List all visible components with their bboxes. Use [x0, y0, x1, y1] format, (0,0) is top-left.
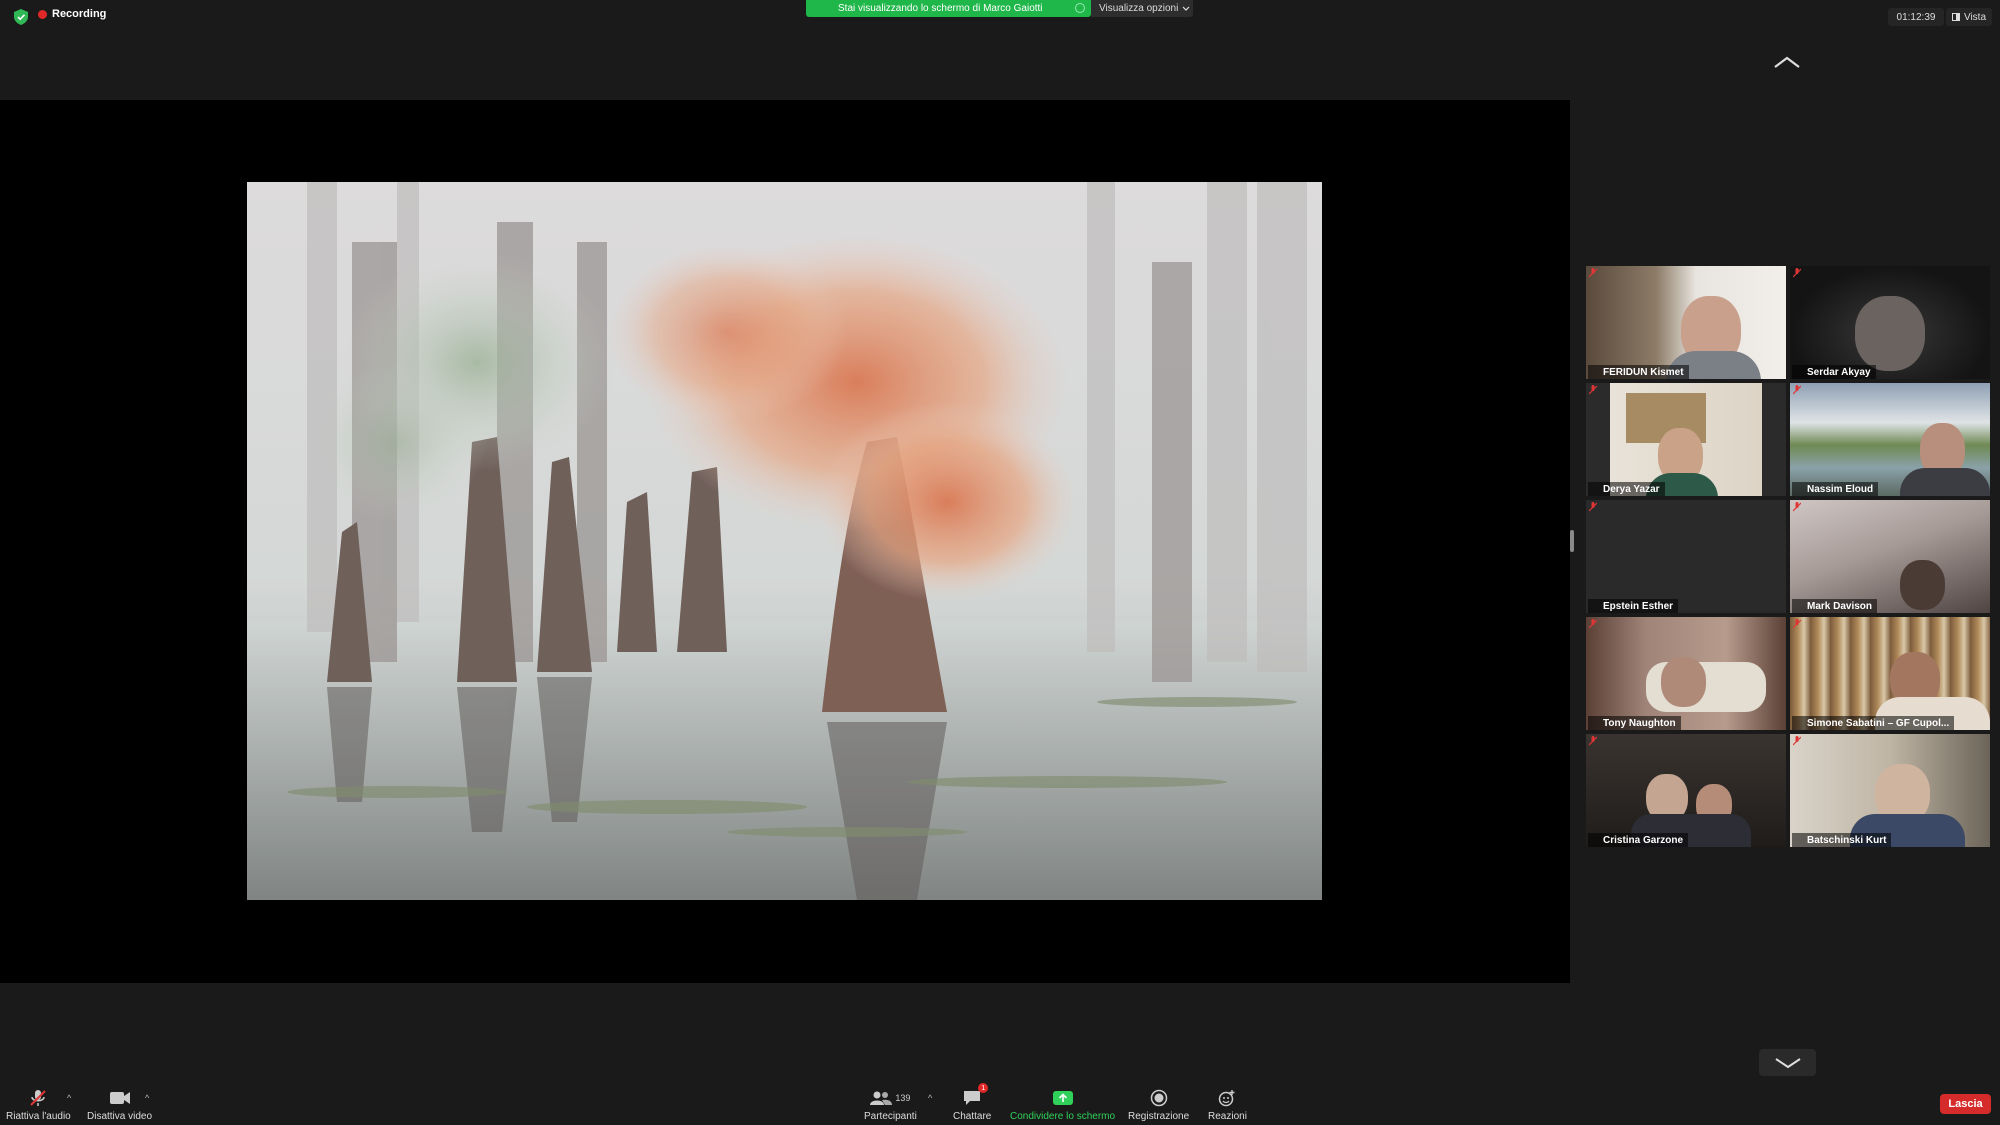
- video-options-caret[interactable]: ^: [145, 1093, 149, 1103]
- recording-indicator[interactable]: Recording: [38, 8, 106, 20]
- meeting-toolbar: Riattiva l'audio ^ Disattiva video ^ 139…: [0, 1083, 2000, 1125]
- participants-button[interactable]: 139 Partecipanti: [864, 1087, 917, 1122]
- record-dot-icon: [38, 9, 47, 19]
- view-icon: [1951, 13, 1960, 21]
- stop-video-label: Disattiva video: [87, 1111, 153, 1122]
- participant-tile[interactable]: Mark Davison: [1790, 500, 1990, 613]
- participant-name: Epstein Esther: [1588, 599, 1679, 613]
- chevron-down-icon: [1774, 1057, 1801, 1068]
- participant-tile[interactable]: Serdar Akyay: [1790, 266, 1990, 379]
- view-button-label: Vista: [1963, 11, 1987, 23]
- panel-resize-handle[interactable]: [1570, 530, 1574, 552]
- muted-mic-icon: [1793, 619, 1801, 629]
- muted-mic-icon: [1589, 502, 1597, 512]
- chat-button[interactable]: 1 Chattare: [953, 1083, 992, 1122]
- chat-unread-badge: 1: [978, 1083, 989, 1093]
- view-button[interactable]: Vista: [1946, 8, 1992, 26]
- participant-tile[interactable]: Derya Yazar: [1586, 383, 1786, 496]
- muted-mic-icon: [1793, 736, 1801, 746]
- view-options-button[interactable]: Visualizza opzioni: [1091, 0, 1193, 17]
- reactions-icon: [1218, 1087, 1236, 1109]
- participant-tile[interactable]: Batschinski Kurt: [1790, 734, 1990, 847]
- participants-icon-group: 139: [870, 1087, 910, 1109]
- muted-mic-icon: [1793, 385, 1801, 395]
- top-bar: Recording Stai visualizzando lo schermo …: [0, 0, 2000, 34]
- participant-tile[interactable]: Tony Naughton: [1586, 617, 1786, 730]
- participants-options-caret[interactable]: ^: [928, 1093, 932, 1103]
- participant-tile[interactable]: Simone Sabatini – GF Cupol...: [1790, 617, 1990, 730]
- participant-name: FERIDUN Kismet: [1588, 365, 1689, 379]
- participant-name: Mark Davison: [1792, 599, 1878, 613]
- chevron-down-icon: [1182, 6, 1190, 11]
- muted-mic-icon: [1589, 619, 1597, 629]
- participant-name: Cristina Garzone: [1588, 833, 1689, 847]
- screen-share-banner: Stai visualizzando lo schermo di Marco G…: [806, 0, 1091, 17]
- participant-name: Serdar Akyay: [1792, 365, 1876, 379]
- record-label: Registrazione: [1128, 1111, 1190, 1122]
- participant-name: Derya Yazar: [1588, 482, 1665, 496]
- share-screen-label: Condividere lo schermo: [1010, 1111, 1116, 1122]
- video-camera-icon: [109, 1087, 131, 1109]
- shared-slide-image: [247, 182, 1322, 900]
- record-button[interactable]: Registrazione: [1128, 1087, 1189, 1122]
- stop-video-button[interactable]: Disattiva video: [87, 1087, 152, 1122]
- muted-mic-icon: [28, 1087, 48, 1109]
- reactions-label: Reazioni: [1208, 1111, 1247, 1122]
- recording-label: Recording: [52, 8, 107, 20]
- shared-screen-area: [0, 100, 1570, 983]
- chat-icon: 1: [962, 1083, 989, 1109]
- participant-tile[interactable]: Nassim Eloud: [1790, 383, 1990, 496]
- participant-name: Nassim Eloud: [1792, 482, 1879, 496]
- view-options-label: Visualizza opzioni: [1099, 3, 1179, 14]
- participant-name: Batschinski Kurt: [1792, 833, 1892, 847]
- participant-name: Tony Naughton: [1588, 716, 1681, 730]
- share-screen-icon: [1052, 1087, 1073, 1109]
- unmute-button[interactable]: Riattiva l'audio: [6, 1087, 71, 1122]
- shield-icon[interactable]: [14, 9, 28, 25]
- share-status-icon: [1075, 3, 1085, 13]
- gallery-scroll-down-button[interactable]: [1759, 1049, 1816, 1076]
- participant-tile[interactable]: Cristina Garzone: [1586, 734, 1786, 847]
- share-screen-button[interactable]: Condividere lo schermo: [1010, 1087, 1115, 1122]
- zoom-meeting-window: Recording Stai visualizzando lo schermo …: [0, 0, 2000, 1125]
- misty-cypress-swamp-image: [247, 182, 1322, 900]
- participant-tile[interactable]: Epstein Esther: [1586, 500, 1786, 613]
- participants-icon: [870, 1091, 893, 1105]
- muted-mic-icon: [1589, 736, 1597, 746]
- reactions-button[interactable]: Reazioni: [1208, 1087, 1247, 1122]
- muted-mic-icon: [1589, 268, 1597, 278]
- muted-mic-icon: [1793, 502, 1801, 512]
- participant-name: Simone Sabatini – GF Cupol...: [1792, 716, 1955, 730]
- meeting-timer: 01:12:39: [1888, 8, 1944, 26]
- chevron-up-icon[interactable]: [1772, 54, 1802, 70]
- participants-label: Partecipanti: [864, 1111, 917, 1122]
- unmute-label: Riattiva l'audio: [6, 1111, 71, 1122]
- leave-button[interactable]: Lascia: [1940, 1094, 1991, 1114]
- muted-mic-icon: [1793, 268, 1801, 278]
- share-banner-text: Stai visualizzando lo schermo di Marco G…: [838, 3, 1043, 14]
- muted-mic-icon: [1589, 385, 1597, 395]
- record-icon: [1150, 1087, 1168, 1109]
- audio-options-caret[interactable]: ^: [67, 1093, 71, 1103]
- participants-count: 139: [895, 1093, 911, 1103]
- participant-tile[interactable]: FERIDUN Kismet: [1586, 266, 1786, 379]
- chat-label: Chattare: [953, 1111, 992, 1122]
